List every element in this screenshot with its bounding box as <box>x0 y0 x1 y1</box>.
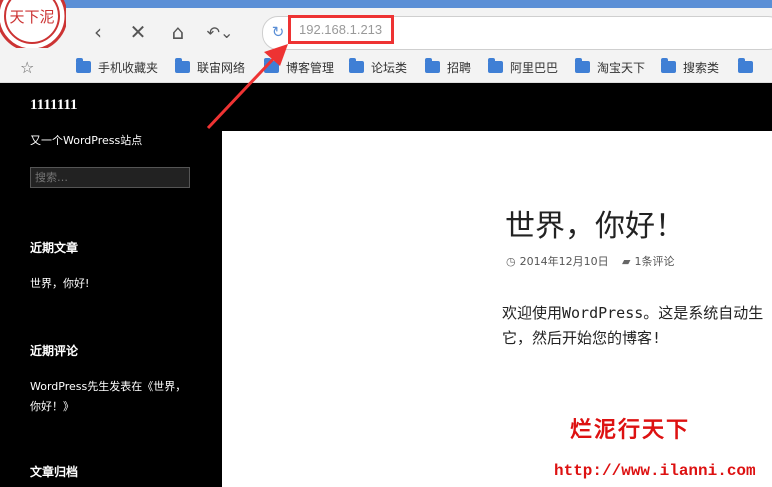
folder-icon <box>76 58 91 73</box>
search-input[interactable] <box>30 167 190 188</box>
stop-button[interactable]: ✕ <box>124 18 152 46</box>
post-date[interactable]: ◷ 2014年12月10日 <box>506 253 609 269</box>
clock-icon: ◷ <box>506 254 516 268</box>
recent-comment-text[interactable]: WordPress先生发表在《世界，你好！》 <box>30 377 195 417</box>
svg-text:天下泥: 天下泥 <box>9 8 54 26</box>
reload-icon[interactable]: ↻ <box>268 22 288 42</box>
post-body: 欢迎使用WordPress。这是系统自动生 它，然后开始您的博客! <box>502 304 764 347</box>
folder-icon <box>349 58 364 73</box>
comment-icon: ▰ <box>622 254 631 268</box>
bookmark-item[interactable]: 淘宝天下 <box>575 58 645 76</box>
site-description: 又一个WordPress站点 <box>30 134 143 147</box>
bookmark-item[interactable]: 论坛类 <box>349 58 407 76</box>
archives-title: 文章归档 <box>30 465 79 479</box>
site-logo-icon: 天下泥 <box>0 0 66 48</box>
folder-icon <box>488 58 503 73</box>
folder-icon <box>661 58 676 73</box>
bookmark-item[interactable]: 阿里巴巴 <box>488 58 558 76</box>
site-title[interactable]: 1111111 <box>30 97 78 114</box>
folder-icon <box>738 58 753 73</box>
folder-icon <box>425 58 440 73</box>
tab-strip <box>60 0 772 8</box>
bookmark-item[interactable]: 联宙网络 <box>175 58 245 76</box>
post-title[interactable]: 世界，你好！ <box>505 201 685 245</box>
bookmark-item[interactable] <box>738 58 760 76</box>
blog-sidebar: 1111111 又一个WordPress站点 近期文章 世界，你好! 近期评论 … <box>0 83 222 487</box>
watermark-text: 烂泥行天下 <box>570 417 691 443</box>
bookmark-item[interactable]: 博客管理 <box>264 58 334 76</box>
bookmark-item[interactable]: 招聘 <box>425 58 471 76</box>
recent-comments-title: 近期评论 <box>30 344 79 358</box>
bookmark-item[interactable]: 手机收藏夹 <box>76 58 158 76</box>
watermark-url: http://www.ilanni.com <box>554 462 756 480</box>
url-highlight[interactable]: 192.168.1.213 <box>288 15 394 44</box>
home-button[interactable]: ⌂ <box>164 18 192 46</box>
recent-post-link[interactable]: 世界，你好! <box>30 274 200 294</box>
folder-icon <box>575 58 590 73</box>
watermark: 烂泥行天下 http://www.ilanni.com <box>554 406 772 487</box>
bookmark-item[interactable]: 搜索类 <box>661 58 719 76</box>
folder-icon <box>264 58 279 73</box>
undo-button[interactable]: ↶⌄ <box>206 18 234 46</box>
post-comments-link[interactable]: ▰ 1条评论 <box>622 253 674 269</box>
recent-posts-title: 近期文章 <box>30 241 79 255</box>
folder-icon <box>175 58 190 73</box>
star-icon[interactable]: ☆ <box>20 58 34 77</box>
back-button[interactable]: ‹ <box>84 18 112 46</box>
url-text: 192.168.1.213 <box>299 22 383 37</box>
